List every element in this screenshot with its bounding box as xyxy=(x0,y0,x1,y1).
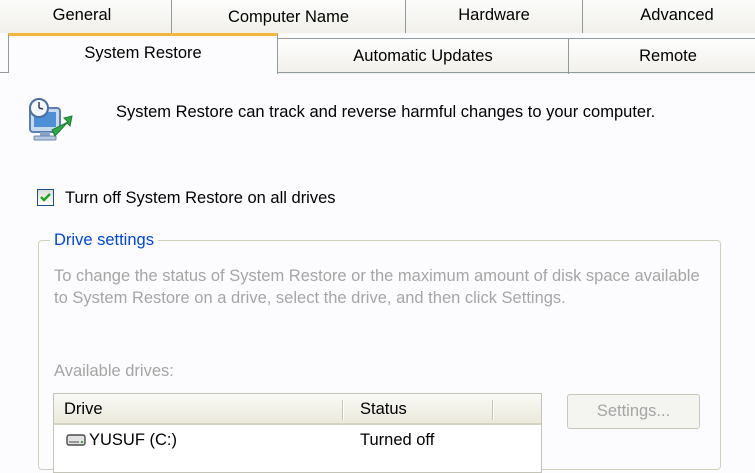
tab-hardware[interactable]: Hardware xyxy=(405,0,583,33)
drive-settings-description: To change the status of System Restore o… xyxy=(54,267,700,307)
available-drives-label: Available drives: xyxy=(54,362,174,380)
column-separator[interactable] xyxy=(492,400,494,420)
check-mark-icon xyxy=(40,193,51,202)
drive-status: Turned off xyxy=(360,431,435,449)
tab-automatic-updates[interactable]: Automatic Updates xyxy=(277,38,569,74)
tab-remote[interactable]: Remote xyxy=(568,38,755,74)
drive-name: YUSUF (C:) xyxy=(89,431,177,449)
turn-off-checkbox[interactable] xyxy=(37,189,54,206)
column-header-drive[interactable]: Drive xyxy=(54,394,343,423)
list-header: Drive Status xyxy=(54,394,541,425)
drive-settings-legend: Drive settings xyxy=(50,229,158,251)
intro-text: System Restore can track and reverse har… xyxy=(116,103,656,121)
tab-system-restore[interactable]: System Restore xyxy=(8,33,278,73)
drive-list[interactable]: Drive Status YUSUF (C:) Turned off xyxy=(53,393,542,473)
hard-drive-icon xyxy=(66,433,86,447)
table-row[interactable]: YUSUF (C:) Turned off xyxy=(54,425,541,451)
tab-general[interactable]: General xyxy=(0,0,172,33)
tab-computer-name[interactable]: Computer Name xyxy=(171,0,406,33)
tab-advanced[interactable]: Advanced xyxy=(582,0,755,33)
settings-button[interactable]: Settings... xyxy=(567,394,700,429)
system-restore-icon xyxy=(22,96,74,148)
column-header-status[interactable]: Status xyxy=(343,394,493,423)
turn-off-label[interactable]: Turn off System Restore on all drives xyxy=(65,187,336,209)
